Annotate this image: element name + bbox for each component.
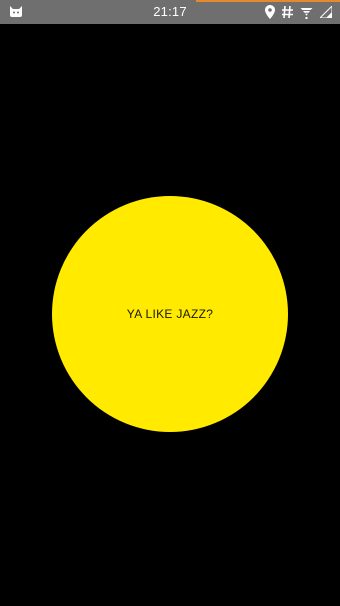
status-icons <box>265 4 333 20</box>
status-progress-line <box>196 0 340 2</box>
signal-icon <box>318 4 333 19</box>
status-bar: 21:17 <box>0 0 340 24</box>
jazz-circle-button[interactable]: YA LIKE JAZZ? <box>52 196 288 432</box>
location-pin-icon <box>265 5 275 19</box>
jazz-button-label: YA LIKE JAZZ? <box>126 307 214 321</box>
hash-icon <box>282 5 293 19</box>
wifi-icon <box>300 6 313 19</box>
main-screen: YA LIKE JAZZ? <box>0 24 340 606</box>
